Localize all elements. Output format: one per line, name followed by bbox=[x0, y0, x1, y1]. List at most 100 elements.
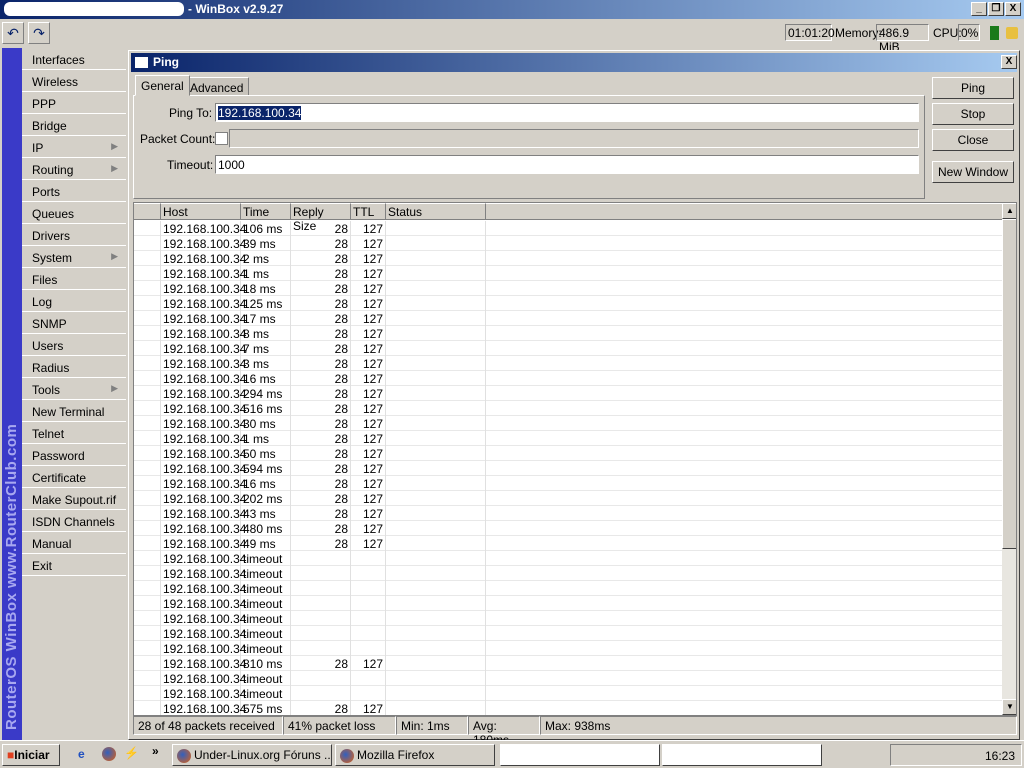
host-cell: 192.168.100.34 bbox=[163, 401, 247, 416]
menu-item-routing[interactable]: Routing ▶ bbox=[22, 158, 126, 180]
menu-item-new-terminal[interactable]: New Terminal bbox=[22, 400, 126, 422]
table-row[interactable]: 192.168.100.34 8 ms 28 127 bbox=[134, 326, 1002, 341]
table-row[interactable]: 192.168.100.34 516 ms 28 127 bbox=[134, 401, 1002, 416]
maximize-button[interactable]: ❐ bbox=[988, 2, 1004, 16]
table-row[interactable]: 192.168.100.34 2 ms 28 127 bbox=[134, 251, 1002, 266]
menu-item-ports[interactable]: Ports bbox=[22, 180, 126, 202]
menu-item-radius[interactable]: Radius bbox=[22, 356, 126, 378]
time-cell: 43 ms bbox=[241, 506, 291, 521]
time-cell: timeout bbox=[241, 551, 291, 566]
table-row[interactable]: 192.168.100.34 125 ms 28 127 bbox=[134, 296, 1002, 311]
tab-advanced[interactable]: Advanced bbox=[184, 77, 250, 96]
menu-item-drivers[interactable]: Drivers bbox=[22, 224, 126, 246]
column-header-status[interactable]: Status bbox=[386, 203, 486, 220]
redo-button[interactable]: ↷ bbox=[28, 22, 50, 44]
table-row[interactable]: 192.168.100.34 480 ms 28 127 bbox=[134, 521, 1002, 536]
quicklaunch-more[interactable]: » bbox=[152, 744, 159, 758]
undo-button[interactable]: ↶ bbox=[2, 22, 24, 44]
start-button[interactable]: ■Iniciar bbox=[2, 744, 60, 766]
table-row[interactable]: 192.168.100.34 294 ms 28 127 bbox=[134, 386, 1002, 401]
column-header-host[interactable]: Host bbox=[161, 203, 241, 220]
timeout-input[interactable]: 1000 bbox=[215, 155, 919, 174]
menu-item-snmp[interactable]: SNMP bbox=[22, 312, 126, 334]
submenu-arrow-icon: ▶ bbox=[111, 251, 118, 261]
table-row[interactable]: 192.168.100.34 16 ms 28 127 bbox=[134, 371, 1002, 386]
menu-item-files[interactable]: Files bbox=[22, 268, 126, 290]
task-redacted-2[interactable] bbox=[662, 744, 822, 766]
table-row[interactable]: 192.168.100.34 43 ms 28 127 bbox=[134, 506, 1002, 521]
menu-item-bridge[interactable]: Bridge bbox=[22, 114, 126, 136]
table-row[interactable]: 192.168.100.34 timeout bbox=[134, 596, 1002, 611]
table-row[interactable]: 192.168.100.34 575 ms 28 127 bbox=[134, 701, 1002, 715]
table-row[interactable]: 192.168.100.34 50 ms 28 127 bbox=[134, 446, 1002, 461]
packet-count-input[interactable] bbox=[229, 129, 919, 148]
menu-item-telnet[interactable]: Telnet bbox=[22, 422, 126, 444]
table-row[interactable]: 192.168.100.34 timeout bbox=[134, 581, 1002, 596]
menu-item-system[interactable]: System ▶ bbox=[22, 246, 126, 268]
menu-item-users[interactable]: Users bbox=[22, 334, 126, 356]
table-row[interactable]: 192.168.100.34 30 ms 28 127 bbox=[134, 416, 1002, 431]
ping-button[interactable]: Ping bbox=[932, 77, 1014, 99]
table-row[interactable]: 192.168.100.34 18 ms 28 127 bbox=[134, 281, 1002, 296]
table-row[interactable]: 192.168.100.34 810 ms 28 127 bbox=[134, 656, 1002, 671]
table-row[interactable]: 192.168.100.34 timeout bbox=[134, 566, 1002, 581]
table-row[interactable]: 192.168.100.34 timeout bbox=[134, 641, 1002, 656]
table-row[interactable]: 192.168.100.34 timeout bbox=[134, 686, 1002, 701]
menu-item-exit[interactable]: Exit bbox=[22, 554, 126, 576]
table-row[interactable]: 192.168.100.34 timeout bbox=[134, 626, 1002, 641]
reply-size-cell bbox=[291, 671, 351, 686]
menu-item-password[interactable]: Password bbox=[22, 444, 126, 466]
minimize-button[interactable]: _ bbox=[971, 2, 987, 16]
new-window-button[interactable]: New Window bbox=[932, 161, 1014, 183]
table-row[interactable]: 192.168.100.34 timeout bbox=[134, 551, 1002, 566]
column-header-reply-size[interactable]: Reply Size bbox=[291, 203, 351, 233]
reply-size-cell: 28 bbox=[291, 371, 351, 386]
close-window-button[interactable]: Close bbox=[932, 129, 1014, 151]
quicklaunch-icon[interactable]: ⚡ bbox=[124, 746, 139, 760]
column-header-time[interactable]: Time bbox=[241, 203, 291, 220]
tab-general[interactable]: General bbox=[135, 75, 190, 96]
scroll-down-icon[interactable]: ▼ bbox=[1002, 699, 1016, 715]
vertical-scrollbar[interactable]: ▲ ▼ bbox=[1002, 203, 1016, 715]
menu-item-ip[interactable]: IP ▶ bbox=[22, 136, 126, 158]
task-under-linux[interactable]: Under-Linux.org Fóruns ... bbox=[172, 744, 332, 766]
table-row[interactable]: 192.168.100.34 594 ms 28 127 bbox=[134, 461, 1002, 476]
menu-item-label: Users bbox=[32, 339, 64, 353]
menu-item-ppp[interactable]: PPP bbox=[22, 92, 126, 114]
firefox-icon[interactable] bbox=[102, 747, 116, 761]
menu-item-log[interactable]: Log bbox=[22, 290, 126, 312]
table-row[interactable]: 192.168.100.34 timeout bbox=[134, 611, 1002, 626]
task-redacted[interactable] bbox=[500, 744, 660, 766]
ie-icon[interactable]: e bbox=[78, 747, 85, 761]
table-row[interactable]: 192.168.100.34 timeout bbox=[134, 671, 1002, 686]
table-row[interactable]: 192.168.100.34 202 ms 28 127 bbox=[134, 491, 1002, 506]
menu-item-make-supout-rif[interactable]: Make Supout.rif bbox=[22, 488, 126, 510]
scroll-thumb[interactable] bbox=[1002, 219, 1016, 549]
stop-button[interactable]: Stop bbox=[932, 103, 1014, 125]
menu-item-isdn-channels[interactable]: ISDN Channels bbox=[22, 510, 126, 532]
menu-item-queues[interactable]: Queues bbox=[22, 202, 126, 224]
task-firefox[interactable]: Mozilla Firefox bbox=[335, 744, 495, 766]
table-row[interactable]: 192.168.100.34 1 ms 28 127 bbox=[134, 266, 1002, 281]
table-row[interactable]: 192.168.100.34 106 ms 28 127 bbox=[134, 221, 1002, 236]
column-header-ttl[interactable]: TTL bbox=[351, 203, 386, 220]
table-row[interactable]: 192.168.100.34 7 ms 28 127 bbox=[134, 341, 1002, 356]
menu-item-certificate[interactable]: Certificate bbox=[22, 466, 126, 488]
menu-item-interfaces[interactable]: Interfaces bbox=[22, 48, 126, 70]
menu-item-wireless[interactable]: Wireless bbox=[22, 70, 126, 92]
table-row[interactable]: 192.168.100.34 16 ms 28 127 bbox=[134, 476, 1002, 491]
table-row[interactable]: 192.168.100.34 3 ms 28 127 bbox=[134, 356, 1002, 371]
ping-close-button[interactable]: X bbox=[1001, 55, 1017, 69]
close-button[interactable]: X bbox=[1005, 2, 1021, 16]
table-row[interactable]: 192.168.100.34 17 ms 28 127 bbox=[134, 311, 1002, 326]
ping-to-input[interactable]: 192.168.100.34 bbox=[215, 103, 919, 122]
table-row[interactable]: 192.168.100.34 49 ms 28 127 bbox=[134, 536, 1002, 551]
row-marker bbox=[134, 641, 161, 656]
packet-count-checkbox[interactable] bbox=[215, 132, 228, 145]
table-row[interactable]: 192.168.100.34 1 ms 28 127 bbox=[134, 431, 1002, 446]
menu-item-manual[interactable]: Manual bbox=[22, 532, 126, 554]
menu-item-tools[interactable]: Tools ▶ bbox=[22, 378, 126, 400]
table-row[interactable]: 192.168.100.34 39 ms 28 127 bbox=[134, 236, 1002, 251]
row-marker bbox=[134, 326, 161, 341]
scroll-up-icon[interactable]: ▲ bbox=[1002, 203, 1016, 219]
